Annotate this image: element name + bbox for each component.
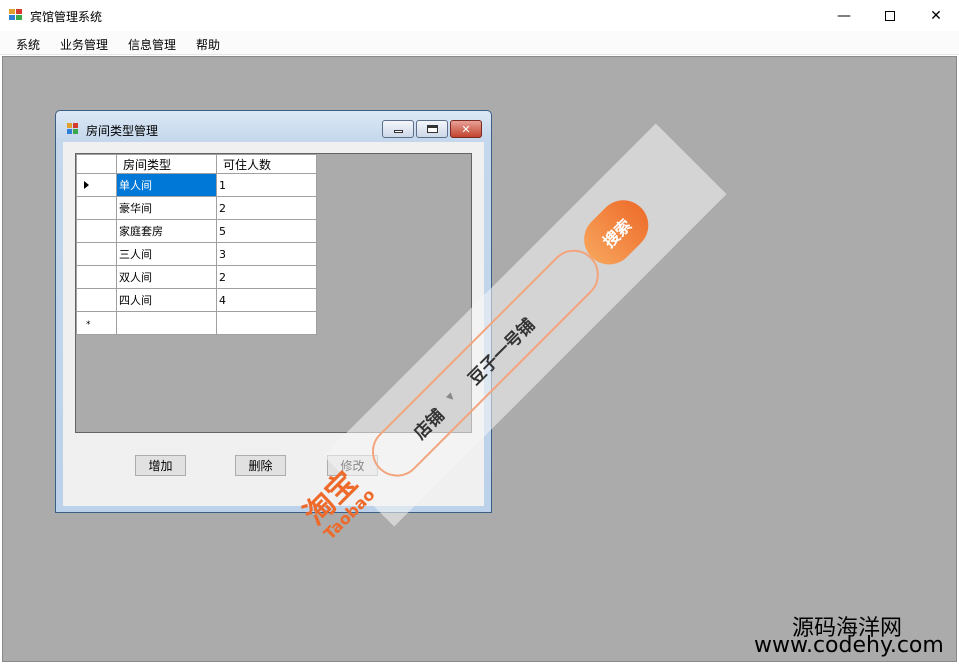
app-icon xyxy=(9,9,23,21)
close-icon: ✕ xyxy=(930,7,942,24)
child-minimize-button[interactable] xyxy=(382,120,414,138)
cell-capacity[interactable]: 2 xyxy=(216,196,317,220)
row-header[interactable] xyxy=(76,219,117,243)
table-row[interactable]: 家庭套房 5 xyxy=(76,219,317,243)
cell-room-type[interactable]: 豪华间 xyxy=(116,196,217,220)
menu-help[interactable]: 帮助 xyxy=(196,36,220,53)
cell-capacity[interactable]: 2 xyxy=(216,265,317,289)
row-header[interactable] xyxy=(76,265,117,289)
minimize-icon: — xyxy=(837,7,851,24)
close-icon: ✕ xyxy=(461,122,471,136)
delete-button[interactable]: 删除 xyxy=(235,455,286,476)
column-header-room-type[interactable]: 房间类型 xyxy=(116,154,217,174)
table-row[interactable]: 四人间 4 xyxy=(76,288,317,312)
watermark-shop-label: 店铺 xyxy=(410,405,449,444)
main-titlebar[interactable]: 宾馆管理系统 — ✕ xyxy=(0,0,959,31)
cell-room-type[interactable]: 家庭套房 xyxy=(116,219,217,243)
chevron-down-icon: ▼ xyxy=(445,391,458,404)
current-row-arrow-icon xyxy=(84,180,89,189)
child-maximize-button[interactable] xyxy=(416,120,448,138)
table-row[interactable]: 三人间 3 xyxy=(76,242,317,266)
close-button[interactable]: ✕ xyxy=(913,0,959,31)
cell-room-type[interactable]: 三人间 xyxy=(116,242,217,266)
column-header-capacity[interactable]: 可住人数 xyxy=(216,154,317,174)
table-row[interactable]: 单人间 1 xyxy=(76,173,317,197)
cell-capacity[interactable]: 1 xyxy=(216,173,317,197)
table-row[interactable]: 双人间 2 xyxy=(76,265,317,289)
add-button[interactable]: 增加 xyxy=(135,455,186,476)
menubar: 系统 业务管理 信息管理 帮助 xyxy=(0,31,959,55)
new-row[interactable]: * xyxy=(76,311,317,335)
grid-header-row: 房间类型 可住人数 xyxy=(76,154,317,174)
cell-room-type[interactable]: 四人间 xyxy=(116,288,217,312)
minimize-button[interactable]: — xyxy=(821,0,867,31)
new-row-marker: * xyxy=(86,319,91,330)
watermark-search-button: 搜索 xyxy=(573,189,659,275)
site-url: www.codehy.com xyxy=(754,633,944,658)
cell-room-type[interactable]: 双人间 xyxy=(116,265,217,289)
table-row[interactable]: 豪华间 2 xyxy=(76,196,317,220)
child-close-button[interactable]: ✕ xyxy=(450,120,482,138)
cell-capacity[interactable]: 4 xyxy=(216,288,317,312)
row-header[interactable] xyxy=(76,173,117,197)
watermark-shop-name: 豆子一号铺 xyxy=(464,315,540,390)
row-header[interactable] xyxy=(76,196,117,220)
cell-capacity[interactable]: 3 xyxy=(216,242,317,266)
cell-capacity[interactable] xyxy=(216,311,317,335)
row-header[interactable] xyxy=(76,242,117,266)
cell-room-type[interactable]: 单人间 xyxy=(116,173,217,197)
maximize-icon xyxy=(885,10,895,21)
window-title: 宾馆管理系统 xyxy=(30,10,103,24)
menu-system[interactable]: 系统 xyxy=(16,36,40,53)
child-window-icon xyxy=(67,123,80,134)
minimize-icon xyxy=(393,130,403,133)
grid-corner-header[interactable] xyxy=(76,154,117,174)
row-header[interactable]: * xyxy=(76,311,117,335)
menu-info[interactable]: 信息管理 xyxy=(128,36,176,53)
row-header[interactable] xyxy=(76,288,117,312)
child-window-title: 房间类型管理 xyxy=(86,124,159,138)
cell-capacity[interactable]: 5 xyxy=(216,219,317,243)
cell-room-type[interactable] xyxy=(116,311,217,335)
maximize-icon xyxy=(426,125,438,133)
maximize-button[interactable] xyxy=(867,0,913,31)
menu-business[interactable]: 业务管理 xyxy=(60,36,108,53)
